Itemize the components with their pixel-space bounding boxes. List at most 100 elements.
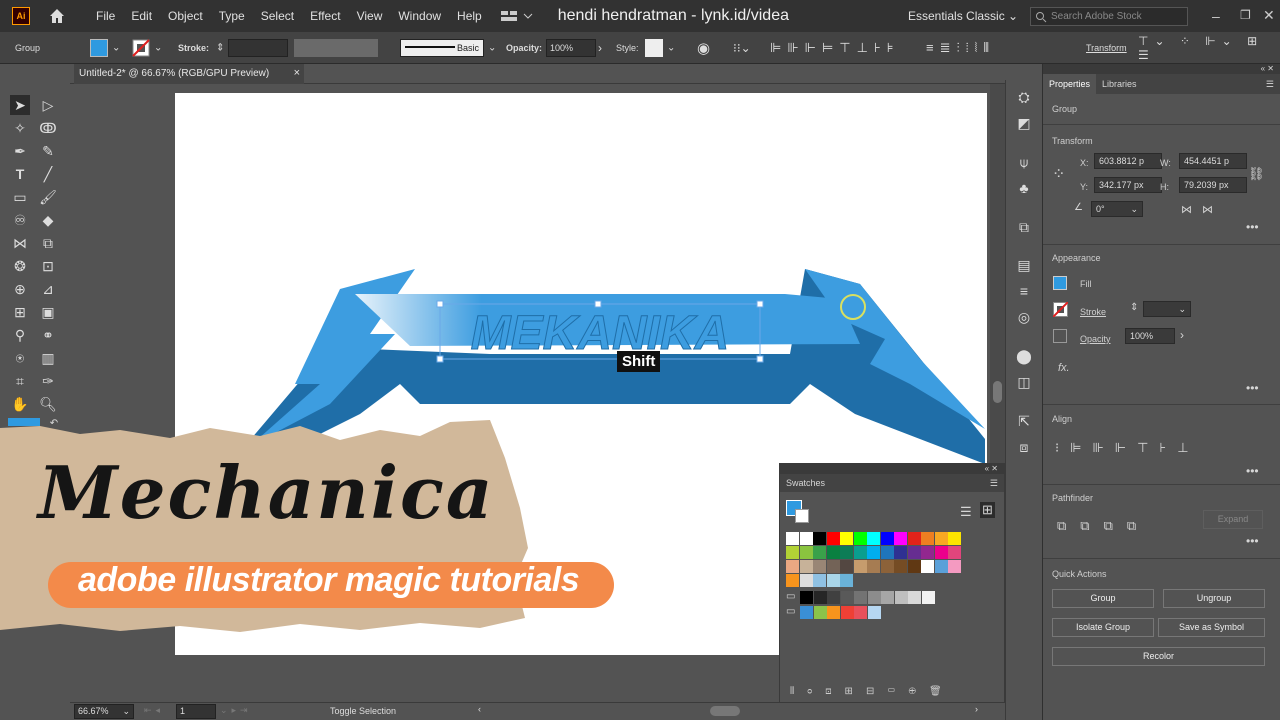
stroke-weight-stepper[interactable]: ⇕ [1130, 302, 1138, 313]
expand-button[interactable]: Expand [1203, 510, 1263, 529]
column-graph-tool-icon[interactable]: ▥ [38, 348, 58, 368]
shape-builder-tool-icon[interactable]: ⊕ [10, 279, 30, 299]
save-as-symbol-button[interactable]: Save as Symbol [1158, 618, 1265, 637]
eraser-tool-icon[interactable]: ◆ [38, 210, 58, 230]
eyedropper-tool-icon[interactable]: ⚲ [10, 325, 30, 345]
fill-dropdown-icon[interactable]: ⌄ [112, 43, 120, 54]
rectangle-tool-icon[interactable]: ▭ [10, 187, 30, 207]
flip-icons[interactable]: ⋈⋈ [1181, 203, 1223, 216]
swatch-cell[interactable] [800, 606, 813, 619]
swatch-group-folder-icon[interactable]: ▭ [786, 591, 795, 602]
swatch-cell[interactable] [840, 574, 853, 587]
brush-dropdown-icon[interactable]: ⌄ [488, 43, 496, 54]
swatch-cell[interactable] [840, 560, 853, 573]
swatch-cell[interactable] [934, 560, 948, 573]
stroke-dropdown-icon[interactable]: ⌄ [154, 43, 162, 54]
swatch-cell[interactable] [921, 532, 934, 545]
swatch-cell[interactable] [908, 591, 921, 604]
zoom-field[interactable]: 66.67% ⌄ [74, 704, 134, 719]
rotate-angle-field[interactable]: 0° ⌄ [1091, 201, 1143, 217]
distribute-buttons-icon[interactable]: ≡≣⫶⦙⦚⦀ [926, 40, 995, 56]
menu-select[interactable]: Select [253, 9, 302, 23]
color-guide-icon[interactable]: ⛭ [1014, 87, 1034, 107]
swatch-cell[interactable] [813, 560, 826, 573]
swatches-collapse-bar[interactable]: « ✕ [780, 464, 1004, 474]
align-to-icon[interactable]: ⁝⁝⌄ [733, 41, 751, 55]
menu-help[interactable]: Help [449, 9, 490, 23]
constrain-proportions-icon[interactable]: ⛓ [1248, 166, 1265, 182]
scale-tool-icon[interactable]: ⧉ [38, 233, 58, 253]
swatch-cell[interactable] [840, 606, 854, 619]
curvature-tool-icon[interactable]: ✎ [38, 141, 58, 161]
swatch-cell[interactable] [826, 532, 840, 545]
swatch-cell[interactable] [894, 546, 907, 559]
slice-tool-icon[interactable]: ✑ [38, 371, 58, 391]
panel-collapse-bar[interactable]: « ✕ [1043, 64, 1280, 74]
swatch-cell[interactable] [948, 532, 961, 545]
home-icon[interactable] [48, 7, 66, 25]
transparency-panel-icon[interactable]: ◎ [1014, 307, 1034, 327]
stroke-stepper[interactable]: ⇕ [216, 43, 224, 54]
swatch-cell[interactable] [786, 560, 799, 573]
swatch-cell[interactable] [880, 546, 894, 559]
appearance-opacity-field[interactable]: 100% [1125, 328, 1175, 344]
appearance-panel-icon[interactable]: ⬤ [1014, 346, 1034, 366]
style-dropdown-icon[interactable]: ⌄ [667, 43, 675, 54]
mesh-tool-icon[interactable]: ⊞ [10, 302, 30, 322]
gradient-panel-icon[interactable]: ▤ [1014, 255, 1034, 275]
variable-width-profile[interactable] [294, 39, 378, 57]
opacity-field[interactable]: 100% [546, 39, 596, 57]
swatch-cell[interactable] [894, 591, 908, 604]
panel-menu-icon[interactable]: ☰ [1266, 79, 1280, 90]
stroke-panel-icon[interactable]: ≡ [1014, 281, 1034, 301]
menu-view[interactable]: View [349, 9, 391, 23]
swatch-cell[interactable] [813, 591, 827, 604]
stroke-preview[interactable] [795, 509, 809, 523]
control-extra-icons[interactable]: ⊤⌄ ⁘ ⊩⌄ ⊞ ☰ [1138, 34, 1280, 62]
swatch-cell[interactable] [826, 546, 840, 559]
transform-more-icon[interactable]: ••• [1246, 220, 1259, 234]
symbols-panel-icon[interactable]: ♣ [1014, 178, 1034, 198]
appearance-fill-swatch[interactable] [1053, 276, 1067, 290]
brush-definition[interactable]: Basic [400, 39, 484, 57]
swatch-cell[interactable] [907, 546, 921, 559]
pathfinder-more-icon[interactable]: ••• [1246, 534, 1259, 548]
horizontal-scroll-thumb[interactable] [710, 706, 740, 716]
width-field[interactable]: 454.4451 p [1179, 153, 1247, 169]
stock-search-input[interactable]: Search Adobe Stock [1030, 7, 1188, 26]
swatch-cell[interactable] [921, 591, 935, 604]
symbol-sprayer-tool-icon[interactable]: ⍟ [10, 348, 30, 368]
type-tool-icon[interactable]: T [10, 164, 30, 184]
swatch-cell[interactable] [853, 546, 867, 559]
stroke-none-swatch[interactable] [132, 39, 150, 57]
menu-object[interactable]: Object [160, 9, 211, 23]
menu-type[interactable]: Type [211, 9, 253, 23]
swatch-cell[interactable] [867, 546, 880, 559]
reflect-tool-icon[interactable]: ⋈ [10, 233, 30, 253]
tab-libraries[interactable]: Libraries [1096, 79, 1143, 89]
swatch-cell[interactable] [881, 591, 894, 604]
minimize-icon[interactable]: – [1212, 8, 1220, 24]
layers-panel-icon[interactable]: ⧈ [1014, 437, 1034, 457]
swatch-cell[interactable] [799, 546, 813, 559]
close-window-icon[interactable]: ✕ [1263, 7, 1275, 24]
swatch-cell[interactable] [854, 591, 867, 604]
swatch-cell[interactable] [921, 560, 934, 573]
swatch-cell[interactable] [786, 532, 799, 545]
menu-edit[interactable]: Edit [123, 9, 160, 23]
swatch-cell[interactable] [786, 546, 799, 559]
menu-effect[interactable]: Effect [302, 9, 348, 23]
free-transform-tool-icon[interactable]: ⊡ [38, 256, 58, 276]
fill-swatch[interactable] [90, 39, 108, 57]
swatch-cell[interactable] [894, 532, 907, 545]
pen-tool-icon[interactable]: ✒ [10, 141, 30, 161]
lasso-tool-icon[interactable]: ↂ [38, 118, 58, 138]
swatch-cell[interactable] [813, 606, 827, 619]
menu-window[interactable]: Window [390, 9, 449, 23]
swatch-cell[interactable] [813, 532, 826, 545]
swatch-cell[interactable] [907, 532, 921, 545]
artboard-prev-icons[interactable]: ⇤◂ [144, 705, 164, 716]
swatch-cell[interactable] [799, 560, 813, 573]
graphic-style-swatch[interactable] [645, 39, 663, 57]
swatch-cell[interactable] [934, 532, 948, 545]
